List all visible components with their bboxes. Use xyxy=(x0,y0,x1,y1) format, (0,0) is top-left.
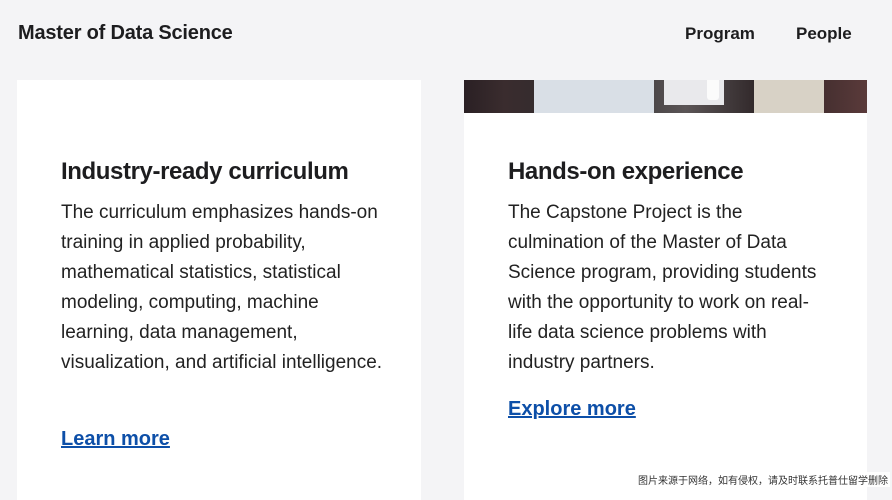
explore-more-link[interactable]: Explore more xyxy=(508,398,636,421)
photo-person xyxy=(754,80,824,113)
curriculum-card: Industry-ready curriculum The curriculum… xyxy=(17,80,421,500)
experience-title: Hands-on experience xyxy=(508,158,744,185)
site-title[interactable]: Master of Data Science xyxy=(18,22,233,45)
experience-card: Hands-on experience The Capstone Project… xyxy=(464,80,867,500)
photo-cup xyxy=(707,80,719,100)
curriculum-title: Industry-ready curriculum xyxy=(61,158,349,185)
experience-description: The Capstone Project is the culmination … xyxy=(508,202,817,373)
learn-more-link[interactable]: Learn more xyxy=(61,428,170,451)
nav-people[interactable]: People xyxy=(796,24,852,44)
capstone-photo xyxy=(464,80,867,113)
nav-program[interactable]: Program xyxy=(685,24,755,44)
curriculum-description: The curriculum emphasizes hands-on train… xyxy=(61,202,383,373)
site-header: Master of Data Science Program People xyxy=(0,0,892,70)
photo-poster xyxy=(534,80,654,113)
watermark-text: 图片来源于网络，如有侵权，请及时联系托普仕留学删除 xyxy=(636,472,890,487)
